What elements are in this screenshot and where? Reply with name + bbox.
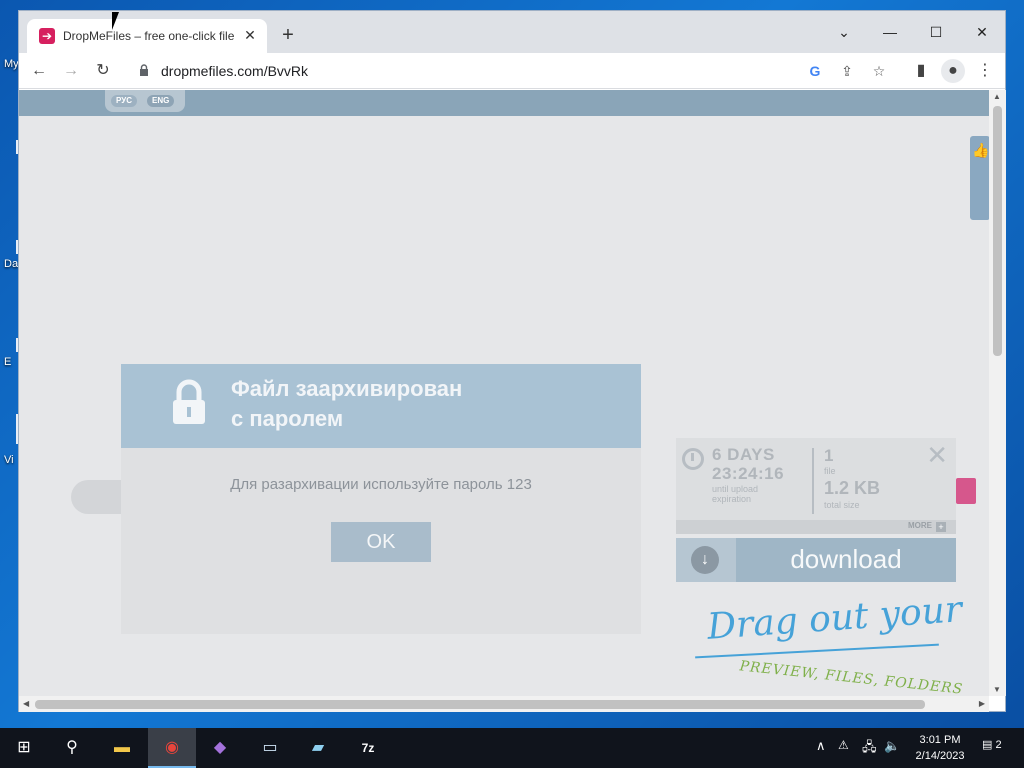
ok-button[interactable]: OK — [331, 522, 431, 562]
download-arrow-icon: ↓ — [691, 546, 719, 574]
desktop-icon[interactable]: E — [2, 338, 19, 368]
dialog-message: Для разархивации используйте пароль 123 — [230, 476, 532, 493]
tab-strip: ➔ DropMeFiles – free one-click file ✕ + … — [19, 11, 1005, 53]
page-content: РУС ENG 👍 6 DAYS 23:24:16 until upload e… — [19, 90, 989, 696]
download-button[interactable]: ↓ download — [676, 538, 956, 582]
notification-count: 2 — [995, 739, 1002, 751]
file-info-panel: 6 DAYS 23:24:16 until upload expiration … — [676, 438, 956, 534]
desktop-icon[interactable]: Da — [2, 240, 19, 270]
visual-studio-icon[interactable]: ◆ — [196, 728, 244, 768]
total-size-label: total size — [824, 500, 860, 510]
scroll-right-icon[interactable]: ▶ — [979, 699, 985, 708]
url-text: dropmefiles.com/BvvRk — [161, 63, 309, 79]
padlock-icon — [173, 379, 205, 424]
scroll-down-icon[interactable]: ▼ — [993, 685, 1001, 694]
google-icon[interactable]: G — [803, 59, 827, 83]
expiry-label: until upload expiration — [712, 484, 759, 504]
address-bar[interactable]: dropmefiles.com/BvvRk G ⇪ ☆ — [129, 57, 889, 85]
more-bar[interactable]: MORE + — [676, 520, 956, 534]
mouse-cursor — [112, 12, 126, 30]
volume-icon[interactable]: 🔈 — [884, 738, 900, 754]
side-panel-icon[interactable]: ▮ — [909, 59, 933, 83]
minimize-button[interactable]: — — [867, 17, 913, 47]
profile-avatar-icon[interactable]: ● — [941, 59, 965, 83]
browser-window: ➔ DropMeFiles – free one-click file ✕ + … — [18, 10, 1006, 712]
scroll-up-icon[interactable]: ▲ — [993, 92, 1001, 101]
browser-toolbar: ← → ↻ dropmefiles.com/BvvRk G ⇪ ☆ ▮ ● ⋮ — [19, 53, 1005, 89]
search-icon[interactable]: ⚲ — [48, 728, 96, 768]
clock[interactable]: 3:01 PM 2/14/2023 — [904, 732, 976, 764]
chrome-icon[interactable]: ◉ — [148, 728, 196, 768]
tray-chevron-icon[interactable]: ∧ — [816, 738, 826, 754]
file-count: 1 — [824, 446, 834, 465]
download-label: download — [790, 544, 902, 574]
new-tab-button[interactable]: + — [277, 25, 299, 47]
language-switcher: РУС ENG — [105, 90, 185, 112]
share-icon[interactable]: ⇪ — [835, 59, 859, 83]
forward-icon[interactable]: → — [59, 59, 83, 83]
drag-out-subtext: PREVIEW, FILES, FOLDERS — [738, 658, 964, 696]
window-app-icon[interactable]: ▭ — [246, 728, 294, 768]
security-icon[interactable]: ⚠ — [838, 738, 849, 752]
notification-icon: ▤ — [982, 739, 993, 751]
total-size: 1.2 KB — [824, 478, 881, 498]
info-divider — [812, 448, 814, 514]
file-count-label: file — [824, 466, 836, 476]
tab-title: DropMeFiles – free one-click file — [63, 29, 235, 43]
dialog-title: Файл заархивирован с паролем — [231, 376, 463, 431]
clock-icon — [682, 448, 704, 470]
close-panel-icon[interactable]: ✕ — [926, 442, 948, 468]
horizontal-scrollbar[interactable]: ◀ ▶ — [19, 696, 989, 712]
more-label: MORE — [908, 521, 932, 530]
scroll-left-icon[interactable]: ◀ — [23, 699, 29, 708]
like-tab[interactable]: 👍 — [970, 136, 989, 220]
tab-close-icon[interactable]: ✕ — [241, 26, 259, 44]
lang-en-button[interactable]: ENG — [147, 95, 175, 107]
thumbs-up-icon: 👍 — [972, 142, 989, 158]
taskbar: ⊞ ⚲ ▬ ◉ ◆ ▭ ▰ 7z ∧ ⚠ 🖧 🔈 3:01 PM 2/14/20… — [0, 728, 1024, 768]
expiry-days: 6 DAYS — [712, 445, 775, 464]
vertical-scroll-thumb[interactable] — [993, 106, 1002, 356]
expiry-time: 23:24:16 — [712, 464, 785, 483]
password-dialog: Файл заархивирован с паролем Для разархи… — [121, 364, 641, 634]
7zip-icon[interactable]: 7z — [344, 728, 392, 768]
close-window-button[interactable]: ✕ — [959, 17, 1005, 47]
bookmark-star-icon[interactable]: ☆ — [867, 59, 891, 83]
drag-out-heading: Drag out your — [705, 589, 964, 648]
clock-time: 3:01 PM — [919, 734, 961, 746]
browser-tab[interactable]: ➔ DropMeFiles – free one-click file ✕ — [27, 19, 267, 53]
menu-icon[interactable]: ⋮ — [973, 59, 997, 83]
file-explorer-icon[interactable]: ▬ — [98, 728, 146, 768]
dialog-header: Файл заархивирован с паролем — [121, 364, 641, 448]
download-icon-area: ↓ — [676, 538, 736, 582]
notepad-icon[interactable]: ▰ — [294, 728, 342, 768]
notification-center[interactable]: ▤ 2 — [982, 738, 1004, 758]
back-icon[interactable]: ← — [27, 59, 51, 83]
network-icon[interactable]: 🖧 — [862, 738, 877, 760]
lock-icon — [140, 64, 148, 76]
maximize-button[interactable]: ☐ — [913, 17, 959, 47]
feedback-icon[interactable] — [956, 478, 976, 504]
horizontal-scroll-thumb[interactable] — [35, 700, 925, 709]
dropmefiles-favicon-icon: ➔ — [39, 28, 55, 44]
lang-ru-button[interactable]: РУС — [111, 95, 137, 107]
reload-icon[interactable]: ↻ — [91, 59, 115, 83]
desktop-icon[interactable]: Vi — [2, 414, 19, 466]
desktop-icon[interactable] — [2, 140, 19, 154]
vertical-scrollbar[interactable]: ▲ ▼ — [989, 90, 1006, 696]
tab-search-icon[interactable]: ⌄ — [821, 17, 867, 47]
site-top-bar: РУС ENG — [19, 90, 989, 116]
start-button[interactable]: ⊞ — [0, 728, 48, 768]
more-plus-icon: + — [936, 522, 946, 532]
clock-date: 2/14/2023 — [915, 750, 965, 762]
